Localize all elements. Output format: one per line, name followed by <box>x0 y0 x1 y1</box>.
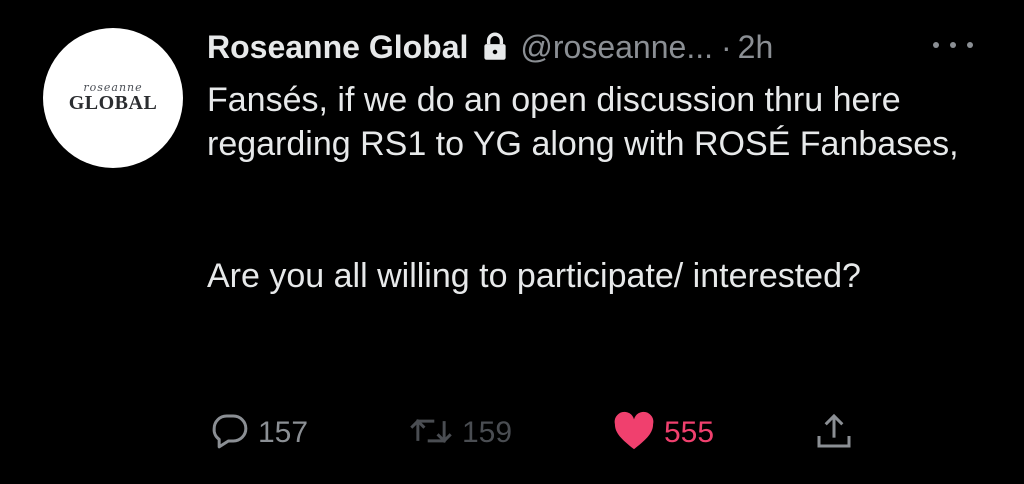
reply-button[interactable]: 157 <box>210 410 308 456</box>
tweet-paragraph-1: Fansés, if we do an open discussion thru… <box>207 81 959 163</box>
retweet-icon <box>408 411 454 456</box>
share-icon <box>814 411 854 456</box>
retweet-count: 159 <box>462 416 513 449</box>
action-bar: 157 159 555 <box>0 410 1024 456</box>
lock-icon <box>478 30 512 64</box>
like-count: 555 <box>664 416 715 449</box>
heart-icon <box>612 411 656 456</box>
more-dot <box>967 42 973 48</box>
reply-icon <box>210 411 250 456</box>
share-button[interactable] <box>814 410 854 456</box>
retweet-button[interactable]: 159 <box>408 410 512 456</box>
author-name[interactable]: Roseanne Global <box>207 29 468 66</box>
reply-count: 157 <box>258 416 309 449</box>
more-dot <box>933 42 939 48</box>
more-icon[interactable] <box>933 30 973 60</box>
avatar[interactable]: roseanne GLOBAL <box>43 28 183 168</box>
tweet-timestamp[interactable]: 2h <box>738 29 774 66</box>
author-handle[interactable]: @roseanne... <box>520 29 713 66</box>
avatar-logo-text: GLOBAL <box>68 92 158 114</box>
separator-dot: · <box>720 28 732 65</box>
tweet-paragraph-2: Are you all willing to participate/ inte… <box>207 257 861 295</box>
more-dot <box>950 42 956 48</box>
tweet-text: Fansés, if we do an open discussion thru… <box>207 78 997 298</box>
like-button[interactable]: 555 <box>612 410 714 456</box>
tweet-header: Roseanne Global @roseanne... · 2h <box>207 24 773 70</box>
